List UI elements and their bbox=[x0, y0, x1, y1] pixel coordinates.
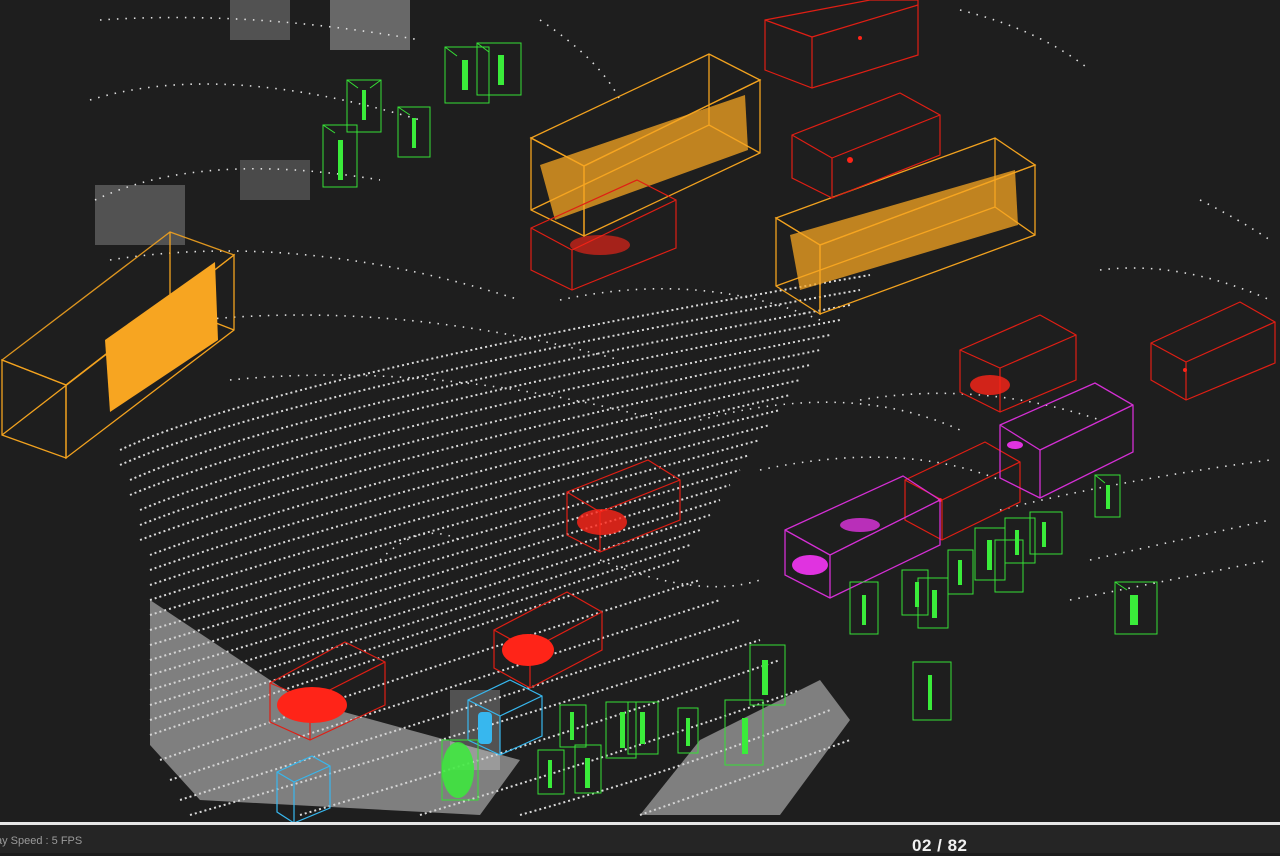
play-speed-label: ay Speed : 5 FPS bbox=[0, 835, 83, 847]
pedestrian-bounding-boxes bbox=[322, 42, 1158, 801]
car-bounding-boxes bbox=[269, 0, 1276, 741]
car-box-6 bbox=[904, 441, 1021, 541]
unknown-points bbox=[478, 712, 492, 744]
car-box-4 bbox=[959, 314, 1077, 413]
point-cloud-canvas bbox=[0, 0, 1276, 822]
bus-points bbox=[105, 95, 1018, 412]
cyclist-box-2 bbox=[784, 475, 941, 599]
point-cloud-viewport[interactable] bbox=[0, 0, 1280, 822]
frame-counter: 02 / 82 bbox=[912, 836, 968, 855]
pedestrian-points bbox=[338, 55, 1138, 798]
car-box-1 bbox=[764, 0, 919, 89]
car-box-2 bbox=[791, 92, 941, 199]
car-box-5 bbox=[1150, 301, 1276, 401]
playback-footer: ay Speed : 5 FPS 02 / 82 bbox=[0, 825, 1280, 855]
